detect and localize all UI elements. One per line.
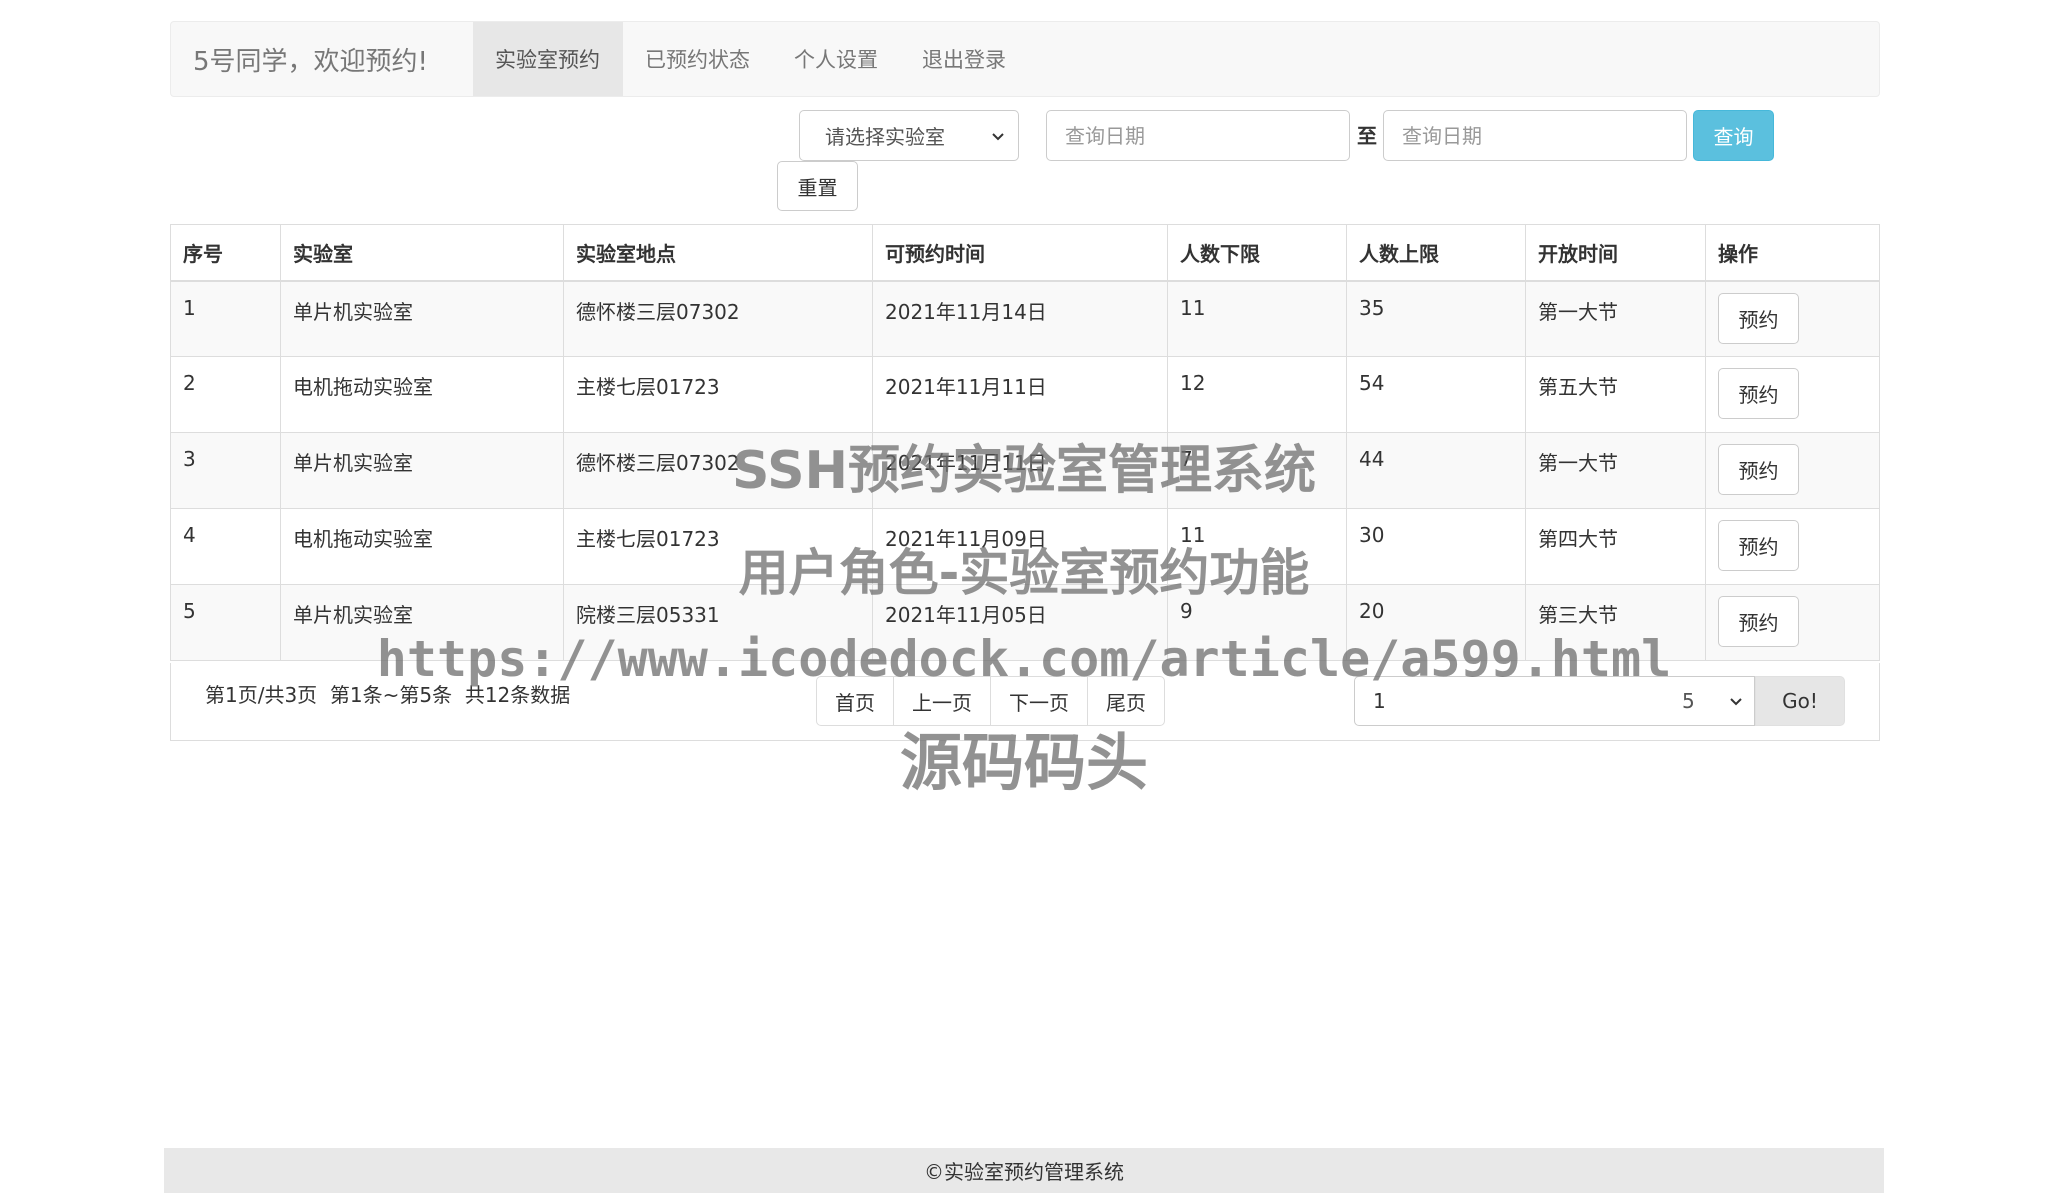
col-header-lab: 实验室 <box>280 224 564 282</box>
cell-min: 9 <box>1167 584 1347 661</box>
col-header-no: 序号 <box>170 224 281 282</box>
chevron-down-icon <box>1730 698 1742 706</box>
cell-location: 院楼三层05331 <box>563 584 873 661</box>
page-info: 第1页/共3页 第1条~第5条 共12条数据 <box>205 683 571 707</box>
cell-open-time: 第一大节 <box>1525 280 1706 357</box>
cell-date: 2021年11月11日 <box>872 432 1168 509</box>
cell-location: 主楼七层01723 <box>563 356 873 433</box>
cell-lab: 电机拖动实验室 <box>280 356 564 433</box>
chevron-down-icon <box>992 132 1004 140</box>
col-header-open-time: 开放时间 <box>1525 224 1706 282</box>
cell-max: 44 <box>1346 432 1526 509</box>
first-page-button[interactable]: 首页 <box>816 676 894 726</box>
cell-min: 12 <box>1167 356 1347 433</box>
cell-no: 4 <box>170 508 281 585</box>
cell-date: 2021年11月11日 <box>872 356 1168 433</box>
book-button[interactable]: 预约 <box>1718 520 1799 571</box>
cell-max: 20 <box>1346 584 1526 661</box>
cell-date: 2021年11月14日 <box>872 280 1168 357</box>
nav-booking-status[interactable]: 已预约状态 <box>623 22 772 96</box>
welcome-brand: 5号同学，欢迎预约! <box>193 46 428 77</box>
lab-select-value: 请选择实验室 <box>825 125 945 149</box>
book-button[interactable]: 预约 <box>1718 292 1799 344</box>
cell-max: 35 <box>1346 280 1526 357</box>
cell-lab: 单片机实验室 <box>280 432 564 509</box>
lab-table: 序号 实验室 实验室地点 可预约时间 人数下限 人数上限 开放时间 操作 1 单… <box>170 224 1880 661</box>
cell-open-time: 第四大节 <box>1525 508 1706 585</box>
next-page-button[interactable]: 下一页 <box>990 676 1088 726</box>
cell-open-time: 第五大节 <box>1525 356 1706 433</box>
cell-no: 3 <box>170 432 281 509</box>
pagination-panel: 第1页/共3页 第1条~第5条 共12条数据 首页 上一页 下一页 尾页 1 5… <box>170 663 1880 741</box>
pager: 首页 上一页 下一页 尾页 <box>816 676 1165 726</box>
table-row: 1 单片机实验室 德怀楼三层07302 2021年11月14日 11 35 第一… <box>170 280 1880 357</box>
go-button[interactable]: Go! <box>1755 676 1845 726</box>
cell-action: 预约 <box>1705 356 1880 433</box>
nav-logout[interactable]: 退出登录 <box>900 22 1028 96</box>
cell-open-time: 第一大节 <box>1525 432 1706 509</box>
cell-no: 5 <box>170 584 281 661</box>
cell-lab: 电机拖动实验室 <box>280 508 564 585</box>
table-header-row: 序号 实验室 实验室地点 可预约时间 人数下限 人数上限 开放时间 操作 <box>170 224 1880 282</box>
cell-action: 预约 <box>1705 432 1880 509</box>
cell-lab: 单片机实验室 <box>280 584 564 661</box>
table-row: 3 单片机实验室 德怀楼三层07302 2021年11月11日 7 44 第一大… <box>170 432 1880 509</box>
footer: ©实验室预约管理系统 <box>164 1148 1884 1193</box>
cell-min: 11 <box>1167 508 1347 585</box>
reset-button[interactable]: 重置 <box>777 161 858 211</box>
date-to-input[interactable] <box>1383 110 1687 161</box>
cell-min: 11 <box>1167 280 1347 357</box>
col-header-min: 人数下限 <box>1167 224 1347 282</box>
table-row: 2 电机拖动实验室 主楼七层01723 2021年11月11日 12 54 第五… <box>170 356 1880 433</box>
cell-max: 30 <box>1346 508 1526 585</box>
col-header-max: 人数上限 <box>1346 224 1526 282</box>
cell-open-time: 第三大节 <box>1525 584 1706 661</box>
lab-select[interactable]: 请选择实验室 <box>799 110 1019 161</box>
date-from-input[interactable] <box>1046 110 1350 161</box>
last-page-button[interactable]: 尾页 <box>1087 676 1165 726</box>
cell-date: 2021年11月05日 <box>872 584 1168 661</box>
cell-min: 7 <box>1167 432 1347 509</box>
cell-no: 1 <box>170 280 281 357</box>
cell-max: 54 <box>1346 356 1526 433</box>
col-header-date: 可预约时间 <box>872 224 1168 282</box>
nav-lab-booking[interactable]: 实验室预约 <box>473 22 623 96</box>
cell-no: 2 <box>170 356 281 433</box>
top-navbar: 5号同学，欢迎预约! 实验室预约 已预约状态 个人设置 退出登录 <box>170 21 1880 97</box>
cell-date: 2021年11月09日 <box>872 508 1168 585</box>
page-size-value: 5 <box>1682 689 1695 713</box>
cell-location: 德怀楼三层07302 <box>563 280 873 357</box>
cell-action: 预约 <box>1705 508 1880 585</box>
date-range-separator: 至 <box>1357 124 1377 148</box>
nav-personal-settings[interactable]: 个人设置 <box>772 22 900 96</box>
table-row: 4 电机拖动实验室 主楼七层01723 2021年11月09日 11 30 第四… <box>170 508 1880 585</box>
book-button[interactable]: 预约 <box>1718 368 1799 419</box>
cell-location: 德怀楼三层07302 <box>563 432 873 509</box>
col-header-action: 操作 <box>1705 224 1880 282</box>
cell-action: 预约 <box>1705 280 1880 357</box>
book-button[interactable]: 预约 <box>1718 596 1799 647</box>
query-button[interactable]: 查询 <box>1693 110 1774 161</box>
prev-page-button[interactable]: 上一页 <box>893 676 991 726</box>
cell-location: 主楼七层01723 <box>563 508 873 585</box>
col-header-location: 实验室地点 <box>563 224 873 282</box>
cell-lab: 单片机实验室 <box>280 280 564 357</box>
cell-action: 预约 <box>1705 584 1880 661</box>
goto-page-input[interactable]: 1 <box>1354 676 1659 726</box>
book-button[interactable]: 预约 <box>1718 444 1799 495</box>
table-row: 5 单片机实验室 院楼三层05331 2021年11月05日 9 20 第三大节… <box>170 584 1880 661</box>
page-size-select[interactable]: 5 <box>1658 676 1755 726</box>
